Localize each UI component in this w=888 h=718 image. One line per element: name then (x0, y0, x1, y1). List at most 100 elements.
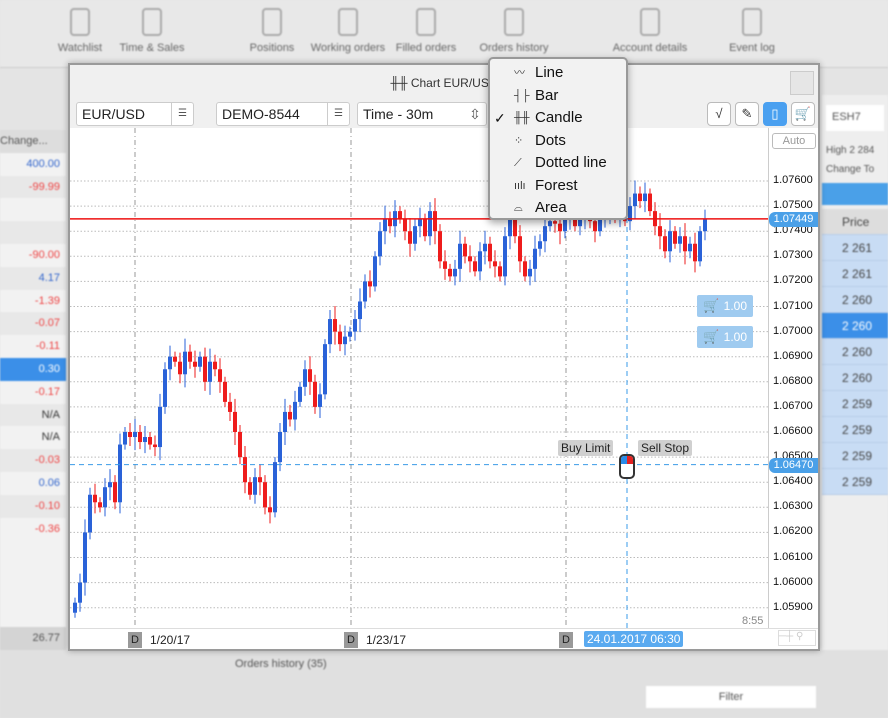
candle-body (483, 243, 487, 252)
toolbar-item[interactable]: Positions (232, 8, 312, 54)
toolbar-item[interactable]: Account details (610, 8, 690, 54)
menu-item-forest[interactable]: ıılı Forest (490, 175, 626, 198)
toolbar-item[interactable]: Time & Sales (112, 8, 192, 54)
candle-body (408, 231, 412, 244)
buy-limit-label[interactable]: Buy Limit (558, 440, 614, 456)
candle-body (93, 494, 97, 503)
toolbar-item[interactable]: Filled orders (386, 8, 466, 54)
indicator-icon: √ (715, 106, 723, 121)
price-chart[interactable] (70, 128, 768, 628)
menu-item-label: Bar (535, 86, 559, 104)
symbol-field[interactable]: ESH7 (826, 105, 884, 131)
candle-body (493, 261, 497, 267)
price-row[interactable]: 2 260 (822, 365, 888, 391)
candle-body (248, 482, 252, 495)
change-value: 4.17 (0, 266, 66, 290)
menu-item-line[interactable]: 〰 Line (490, 62, 626, 85)
candle-body (103, 487, 107, 508)
change-label: Change To (826, 164, 875, 175)
candle-body (563, 218, 567, 232)
candle-body (473, 261, 477, 272)
candle-icon: ╫╫ (390, 76, 411, 90)
candle-body (403, 218, 407, 232)
zoom-controls[interactable]: ─┼ ⚲ (778, 630, 816, 646)
account-select[interactable]: DEMO-8544 ☰ (216, 102, 350, 126)
indicator-button[interactable]: √ (707, 102, 731, 126)
change-value (0, 198, 66, 221)
menu-item-dots[interactable]: ⁘ Dots (490, 130, 626, 153)
date-label: 1/23/17 (366, 633, 407, 647)
candle-body (268, 507, 272, 513)
candle-body (428, 211, 432, 237)
candle-body (278, 432, 282, 463)
symbol-value: EUR/USD (82, 106, 146, 122)
candle-body (148, 437, 152, 445)
price-row[interactable]: 2 259 (822, 469, 888, 495)
stepper-icon[interactable]: ⇳ (464, 103, 486, 125)
y-tick-label: 1.06300 (773, 500, 813, 513)
menu-item-label: Candle (535, 109, 583, 126)
list-icon[interactable]: ☰ (327, 103, 349, 125)
day-badge: D (128, 632, 142, 648)
toolbar-item[interactable]: Orders history (474, 8, 554, 54)
price-row[interactable]: 2 259 (822, 417, 888, 443)
mouse-mode-button[interactable]: ▯ (763, 102, 787, 126)
toolbar-label: Event log (729, 42, 775, 54)
menu-item-dotted-line[interactable]: ⟋ Dotted line (490, 152, 626, 175)
price-row[interactable]: 2 260 (822, 287, 888, 313)
candle-body (638, 193, 642, 202)
toolbar-item[interactable]: Watchlist (40, 8, 120, 54)
toolbar-item[interactable]: Event log (712, 8, 792, 54)
trade-button[interactable]: 🛒 (791, 102, 815, 126)
candle-body (343, 336, 347, 345)
menu-item-candle[interactable]: ✓ ╫╫ Candle (490, 107, 626, 130)
candle-body (488, 243, 492, 262)
auto-scale-button[interactable]: Auto (772, 133, 816, 149)
y-tick-label: 1.06600 (773, 425, 813, 437)
timeframe-select[interactable]: Time - 30m ⇳ (357, 102, 487, 126)
candle-body (243, 457, 247, 483)
candle-body (433, 211, 437, 232)
orders-history-tab[interactable]: Orders history (35) (235, 658, 327, 670)
y-tick-label: 1.06200 (773, 525, 813, 538)
price-row[interactable]: 2 261 (822, 235, 888, 261)
candle-body (593, 221, 597, 232)
candle-body (108, 482, 112, 488)
price-row[interactable]: 2 260 (822, 313, 888, 339)
toolbar-item[interactable]: Working orders (308, 8, 388, 54)
y-tick-label: 1.06400 (773, 475, 813, 488)
price-row[interactable]: 2 261 (822, 261, 888, 287)
left-footer: 26.77 (0, 627, 66, 650)
candle-body (333, 319, 337, 332)
change-header: Change... (0, 130, 66, 153)
position-qty-button[interactable]: 🛒 1.00 (697, 326, 753, 348)
price-row[interactable]: 2 259 (822, 443, 888, 469)
candle-body (293, 401, 297, 420)
y-tick-label: 1.07500 (773, 199, 813, 212)
toolbar-label: Time & Sales (119, 42, 185, 54)
draw-button[interactable]: ✎ (735, 102, 759, 126)
watchlist-panel: Change... 400.00 -99.99 -90.00 4.17 -1.39 -0.… (0, 130, 66, 650)
candle-body (418, 218, 422, 227)
candle-body (553, 221, 557, 224)
price-row[interactable]: 2 259 (822, 391, 888, 417)
y-tick-label: 1.07300 (773, 249, 813, 262)
menu-item-bar[interactable]: ┤├ Bar (490, 85, 626, 108)
filter-input[interactable]: Filter (646, 686, 816, 708)
candle-body (143, 437, 147, 443)
candle-body (223, 381, 227, 402)
list-icon[interactable]: ☰ (171, 103, 193, 125)
menu-item-area[interactable]: ⌓ Area (490, 197, 626, 220)
candle-body (183, 351, 187, 375)
time-axis[interactable]: D 1/20/17 D 1/23/17 D 24.01.2017 06:30 (70, 628, 818, 649)
price-axis[interactable]: Auto 1.07600 1.07500 1.07400 1.07300 1.07200… (768, 128, 818, 628)
layout-grid-icon[interactable] (790, 71, 814, 95)
position-qty-button[interactable]: 🛒 1.00 (697, 295, 753, 317)
candle-body (598, 218, 602, 232)
symbol-select[interactable]: EUR/USD ☰ (76, 102, 194, 126)
sell-stop-label[interactable]: Sell Stop (638, 440, 693, 456)
price-row[interactable]: 2 260 (822, 339, 888, 365)
mouse-cursor-icon (619, 454, 635, 479)
cursor-time-label: 24.01.2017 06:30 (584, 631, 684, 647)
toolbar-label: Account details (612, 42, 688, 54)
